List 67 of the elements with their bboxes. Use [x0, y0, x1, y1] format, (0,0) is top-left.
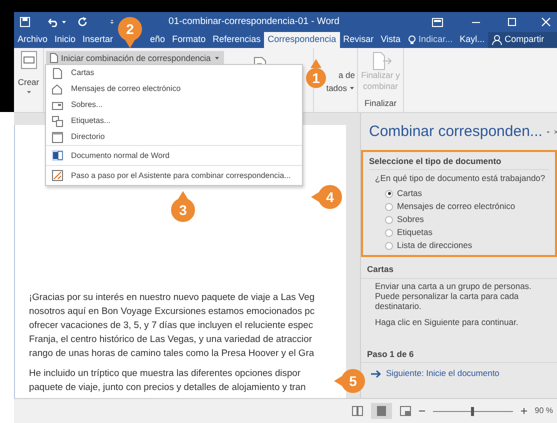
text-line: nosotros aquí en Bon Voyage Excursiones estamos emocionados pc [29, 304, 316, 318]
slider-thumb[interactable] [471, 406, 474, 416]
read-mode-icon[interactable] [352, 406, 363, 416]
caret-icon [214, 55, 220, 62]
text-line: Franja, el centro histórico de Las Vegas, y una variedad de atraccior [29, 332, 313, 346]
customize-icon[interactable] [108, 17, 116, 27]
option-label[interactable]: Mensajes de correo electrónico [397, 200, 516, 213]
word-document-icon [52, 150, 63, 161]
text-line: rango de unas horas de camino tales como la Presa Hoover y el Gra [29, 346, 316, 360]
hint-text: Haga clic en Siguiente para continuar. [374, 316, 520, 328]
ribbon-tab[interactable]: Inicio [51, 32, 80, 48]
tell-me-field[interactable]: Indicar... [418, 33, 453, 47]
caret-icon[interactable] [26, 88, 32, 95]
ribbon-tab[interactable]: Revisar [340, 32, 378, 48]
ribbon-tab[interactable]: Formato [168, 32, 210, 48]
print-layout-icon[interactable] [376, 406, 387, 416]
web-layout-icon[interactable] [400, 406, 411, 416]
radio-button[interactable] [385, 202, 393, 210]
option-label[interactable]: Cartas [397, 187, 422, 200]
section-heading: Cartas [361, 257, 557, 279]
ribbon-tab[interactable]: Referencias [209, 32, 264, 48]
radio-button[interactable] [385, 228, 393, 236]
save-icon[interactable] [20, 17, 30, 27]
ribbon-tab[interactable]: eño [146, 32, 169, 48]
maximize-icon[interactable] [507, 17, 517, 27]
text-line: ofrecer vacaciones de 3, 5, y 7 días que incluyen el reluciente espec [29, 318, 314, 332]
zoom-out-icon[interactable] [418, 408, 425, 414]
caret-icon[interactable] [349, 84, 355, 91]
ribbon-tab[interactable]: Vista [377, 32, 404, 48]
step-label: Paso 1 de 6 [361, 348, 557, 364]
redo-icon[interactable] [78, 17, 88, 27]
option-label[interactable]: Sobres [397, 213, 424, 226]
labels-icon [52, 116, 63, 126]
person-icon [492, 35, 502, 45]
description-text: Enviar una carta a un grupo de personas. Puede personalizar la carta para cada destinatario. [374, 280, 532, 311]
ribbon-tab[interactable]: Archivo [14, 32, 52, 48]
zoom-in-icon[interactable] [520, 408, 527, 414]
ribbon-label: a de [338, 68, 355, 82]
close-icon[interactable] [541, 17, 551, 27]
text-line: paquete de viaje, junto con precios y detalles de alojamiento y tran [29, 380, 307, 394]
create-button[interactable]: Crear [18, 76, 40, 89]
window-title: 01-combinar-correspondencia-01 - Word [168, 16, 340, 28]
group-label: Finalizar [364, 97, 397, 110]
directory-icon [52, 132, 63, 142]
radio-button[interactable] [385, 242, 393, 250]
next-step-link[interactable]: Siguiente: Inicie el documento [386, 367, 500, 380]
ribbon-tab[interactable]: Correspondencia [264, 32, 340, 48]
pane-title: Combinar corresponden... [368, 122, 542, 142]
ribbon-display-icon[interactable] [432, 18, 443, 26]
user-name[interactable]: Kayl... [456, 32, 488, 48]
zoom-level: 90 % [534, 405, 553, 417]
share-button[interactable]: Compartir [488, 32, 557, 48]
text-line: He incluido un tríptico que muestra las diferentes opciones dispor [29, 366, 302, 380]
radio-button[interactable] [385, 216, 393, 224]
text-line: ¡Gracias por su interés en nuestro nuevo paquete de viaje a Las Veg [29, 290, 316, 304]
lightbulb-icon [408, 35, 416, 45]
close-icon[interactable] [554, 128, 557, 136]
ribbon-label: tados [326, 82, 347, 94]
question-text: ¿En qué tipo de documento está trabajando? [374, 172, 546, 186]
section-heading: Seleccione el tipo de documento [369, 154, 549, 170]
arrow-icon[interactable] [371, 370, 381, 378]
wizard-icon [52, 170, 63, 181]
ribbon-tab[interactable]: Insertar [79, 32, 117, 48]
option-label[interactable]: Etiquetas [397, 226, 432, 239]
option-label[interactable]: Lista de direcciones [397, 239, 472, 252]
undo-icon[interactable] [48, 17, 60, 27]
radio-button[interactable] [385, 190, 393, 198]
